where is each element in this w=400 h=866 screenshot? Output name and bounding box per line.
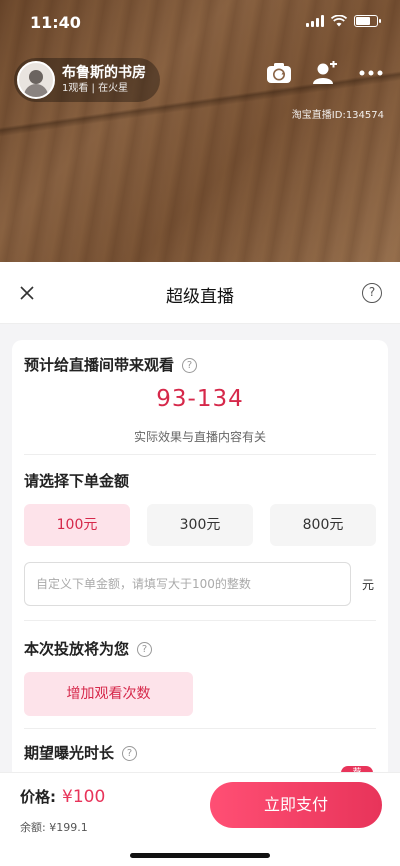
anchor-name: 布鲁斯的书房: [62, 65, 146, 81]
anchor-viewers: 1观看 | 在火星: [62, 83, 129, 94]
divider: [24, 454, 376, 455]
amount-options: 100元 300元 800元: [24, 504, 376, 546]
live-video-preview: 11:40 布鲁斯的书房 1观看 | 在火星 淘宝直播ID:134574: [0, 0, 400, 262]
pay-now-button[interactable]: 立即支付: [210, 782, 382, 828]
add-user-icon[interactable]: [312, 60, 338, 86]
status-time: 11:40: [30, 13, 81, 32]
amount-option-100[interactable]: 100元: [24, 504, 130, 546]
estimated-views: 93-134: [156, 386, 244, 412]
divider: [24, 620, 376, 621]
goal-help-icon[interactable]: ?: [137, 642, 153, 657]
cellular-signal-icon: [306, 15, 324, 27]
status-bar: 11:40: [0, 0, 400, 44]
amount-title: 请选择下单金额: [24, 472, 130, 490]
sheet-header: 超级直播 ?: [0, 262, 400, 324]
price: 价格: ¥100: [20, 787, 106, 807]
amount-option-800[interactable]: 800元: [270, 504, 376, 546]
amount-unit: 元: [362, 578, 375, 592]
amount-option-300[interactable]: 300元: [147, 504, 253, 546]
payment-bar: 价格: ¥100 余额: ¥199.1 立即支付: [0, 773, 400, 866]
custom-amount-input[interactable]: 自定义下单金额，请填写大于100的整数: [24, 562, 351, 606]
estimate-title: 预计给直播间带来观看?: [24, 354, 198, 375]
wifi-icon: [331, 15, 347, 27]
estimate-help-icon[interactable]: ?: [182, 358, 198, 373]
help-icon[interactable]: ?: [362, 283, 382, 303]
estimate-note: 实际效果与直播内容有关: [133, 430, 266, 444]
divider: [24, 728, 376, 729]
anchor-info[interactable]: 布鲁斯的书房 1观看 | 在火星: [14, 58, 160, 102]
flip-camera-icon[interactable]: [266, 60, 292, 86]
duration-help-icon[interactable]: ?: [122, 746, 138, 761]
more-icon[interactable]: [358, 60, 384, 86]
duration-title: 期望曝光时长?: [24, 742, 138, 763]
sheet-title: 超级直播: [166, 287, 234, 307]
goal-title: 本次投放将为您?: [24, 638, 153, 659]
battery-icon: [354, 15, 381, 27]
price-value: ¥100: [62, 787, 106, 807]
status-icons: [306, 15, 381, 27]
goal-option-views[interactable]: 增加观看次数: [24, 672, 193, 716]
balance: 余额: ¥199.1: [20, 821, 88, 834]
live-id: 淘宝直播ID:134574: [291, 110, 384, 121]
options-card: 预计给直播间带来观看? 93-134 实际效果与直播内容有关 请选择下单金额 1…: [12, 340, 388, 780]
home-indicator: [130, 853, 270, 858]
avatar: [17, 61, 55, 99]
